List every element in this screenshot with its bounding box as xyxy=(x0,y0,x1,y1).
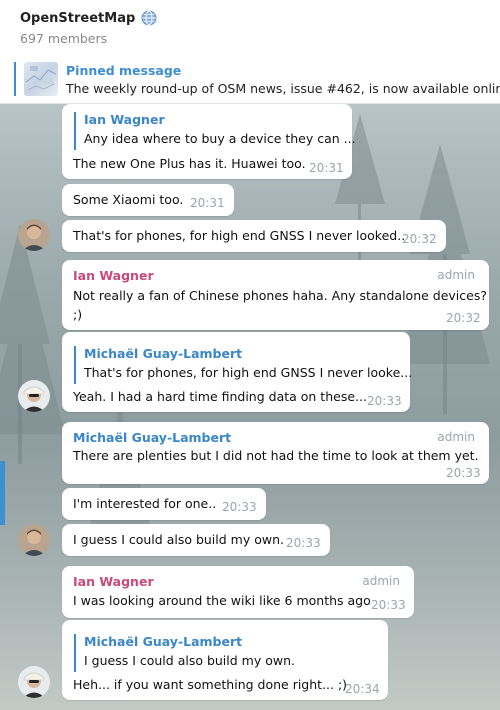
avatar[interactable] xyxy=(18,380,50,412)
message-bubble[interactable]: Ian Wagner admin I was looking around th… xyxy=(62,566,414,618)
pinned-label: Pinned message xyxy=(66,63,182,78)
message-text: There are plenties but I did not had the… xyxy=(73,448,479,463)
message-time: 20:32 xyxy=(402,232,437,246)
message-text: Yeah. I had a hard time finding data on … xyxy=(73,389,367,404)
chat-messages-area[interactable]: Ian Wagner Any idea where to buy a devic… xyxy=(0,104,500,710)
reply-sender: Ian Wagner xyxy=(84,112,165,127)
message-sender[interactable]: Ian Wagner xyxy=(73,574,154,589)
message-time: 20:31 xyxy=(309,161,344,175)
avatar[interactable] xyxy=(18,666,50,698)
user-photo-icon xyxy=(18,219,50,251)
globe-icon xyxy=(141,10,157,26)
message-time: 20:33 xyxy=(367,394,402,408)
reply-quote[interactable]: Michaël Guay-Lambert That's for phones, … xyxy=(74,346,412,384)
message-time: 20:34 xyxy=(345,682,380,696)
message-bubble[interactable]: Michaël Guay-Lambert admin There are ple… xyxy=(62,422,489,484)
chat-title-row[interactable]: OpenStreetMap xyxy=(20,10,157,26)
admin-badge: admin xyxy=(437,268,475,282)
message-text: Not really a fan of Chinese phones haha.… xyxy=(73,288,487,303)
message-bubble[interactable]: Michaël Guay-Lambert That's for phones, … xyxy=(62,332,412,412)
user-photo-icon xyxy=(18,380,50,412)
message-time: 20:31 xyxy=(190,196,225,210)
message-text: I'm interested for one.. xyxy=(73,496,217,511)
pinned-accent-bar xyxy=(14,62,16,96)
pinned-text: The weekly round-up of OSM news, issue #… xyxy=(66,81,500,96)
admin-badge: admin xyxy=(362,574,400,588)
reply-text: Any idea where to buy a device they can … xyxy=(84,131,356,146)
member-count: 697 members xyxy=(20,31,108,46)
message-bubble[interactable]: Michaël Guay-Lambert I guess I could als… xyxy=(62,620,388,700)
message-time: 20:33 xyxy=(446,466,481,480)
message-time: 20:33 xyxy=(286,536,321,550)
message-time: 20:32 xyxy=(446,311,481,325)
chat-header[interactable]: OpenStreetMap 697 members xyxy=(0,0,500,56)
reply-quote[interactable]: Ian Wagner Any idea where to buy a devic… xyxy=(74,112,356,150)
user-photo-icon xyxy=(18,666,50,698)
avatar[interactable] xyxy=(18,219,50,251)
message-text-continuation: ;) xyxy=(73,307,83,322)
chat-edge-indicator xyxy=(0,461,5,525)
message-text: I was looking around the wiki like 6 mon… xyxy=(73,593,371,608)
map-thumbnail-image xyxy=(25,66,57,91)
reply-sender: Michaël Guay-Lambert xyxy=(84,346,243,361)
avatar[interactable] xyxy=(18,524,50,556)
reply-quote[interactable]: Michaël Guay-Lambert I guess I could als… xyxy=(74,634,295,672)
message-bubble[interactable]: That's for phones, for high end GNSS I n… xyxy=(62,220,446,252)
message-bubble[interactable]: Ian Wagner Any idea where to buy a devic… xyxy=(62,104,356,179)
message-bubble[interactable]: Ian Wagner admin Not really a fan of Chi… xyxy=(62,260,489,330)
chat-title: OpenStreetMap xyxy=(20,10,136,26)
message-text: I guess I could also build my own. xyxy=(73,532,284,547)
reply-text: I guess I could also build my own. xyxy=(84,653,295,668)
user-photo-icon xyxy=(18,524,50,556)
message-bubble[interactable]: I guess I could also build my own. 20:33 xyxy=(62,524,330,556)
message-time: 20:33 xyxy=(371,598,406,612)
message-time: 20:33 xyxy=(222,500,257,514)
message-text: Heh... if you want something done right.… xyxy=(73,677,348,692)
message-sender[interactable]: Michaël Guay-Lambert xyxy=(73,430,231,445)
message-bubble[interactable]: I'm interested for one.. 20:33 xyxy=(62,488,266,520)
message-text: That's for phones, for high end GNSS I n… xyxy=(73,228,406,243)
message-sender[interactable]: Ian Wagner xyxy=(73,268,154,283)
message-text: Some Xiaomi too. xyxy=(73,192,184,207)
reply-sender: Michaël Guay-Lambert xyxy=(84,634,243,649)
admin-badge: admin xyxy=(437,430,475,444)
message-bubble[interactable]: Some Xiaomi too. 20:31 xyxy=(62,184,234,216)
message-text: The new One Plus has it. Huawei too. xyxy=(73,156,306,171)
reply-text: That's for phones, for high end GNSS I n… xyxy=(84,365,413,380)
pinned-message-bar[interactable]: Pinned message The weekly round-up of OS… xyxy=(0,55,500,104)
pinned-thumbnail xyxy=(24,62,58,96)
